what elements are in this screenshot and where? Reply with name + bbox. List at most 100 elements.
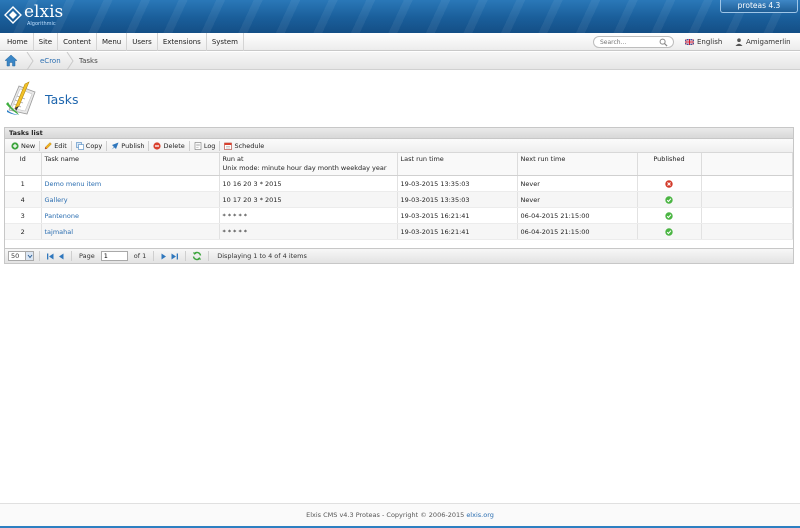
- menu-item-users[interactable]: Users: [127, 33, 158, 51]
- tasks-table: Id Task name Run at Unix mode: minute ho…: [5, 153, 793, 240]
- breadcrumb: eCron Tasks: [0, 52, 800, 70]
- table-row[interactable]: 3 Pantenone * * * * * 19-03-2015 16:21:4…: [5, 207, 793, 224]
- cell-run-at: * * * * *: [219, 223, 398, 240]
- column-header-filler: [701, 153, 793, 176]
- menu-item-site[interactable]: Site: [34, 33, 59, 51]
- pager-separator: [185, 251, 187, 261]
- first-page-icon[interactable]: [46, 252, 55, 261]
- cell-run-at: * * * * *: [219, 207, 398, 224]
- edit-button[interactable]: Edit: [41, 140, 70, 152]
- search-box: [593, 36, 674, 48]
- toolbar-separator: [219, 140, 221, 151]
- column-header-task-name[interactable]: Task name: [41, 153, 220, 176]
- table-row[interactable]: 1 Demo menu item 10 16 20 3 * 2015 19-03…: [5, 175, 793, 192]
- calendar-icon: [224, 142, 233, 150]
- cell-published: [637, 175, 702, 192]
- page-number-input[interactable]: [100, 251, 128, 261]
- language-selector[interactable]: English: [685, 33, 722, 51]
- unpublished-icon[interactable]: [665, 179, 673, 188]
- log-icon: [194, 141, 202, 150]
- rows-per-page-value: 50: [11, 252, 20, 260]
- edit-button-label: Edit: [54, 141, 67, 150]
- column-header-published[interactable]: Published: [637, 153, 702, 176]
- cell-published: [637, 191, 702, 208]
- breadcrumb-link-ecron[interactable]: eCron: [40, 52, 61, 70]
- user-menu[interactable]: Amigamerlin: [735, 33, 791, 51]
- cell-id: 3: [5, 207, 42, 224]
- pager-separator: [153, 251, 155, 261]
- previous-page-icon[interactable]: [57, 252, 66, 261]
- cell-last-run: 19-03-2015 13:35:03: [397, 175, 518, 192]
- toolbar-separator: [188, 140, 190, 151]
- log-button[interactable]: Log: [191, 140, 219, 152]
- breadcrumb-separator-icon: [26, 52, 34, 70]
- cell-next-run: 06-04-2015 21:15:00: [517, 207, 638, 224]
- home-icon[interactable]: [4, 54, 18, 67]
- tasks-grid: Tasks list New Edit Copy Publish Delete: [4, 127, 794, 264]
- published-icon[interactable]: [665, 211, 673, 220]
- tasks-clipboard-icon: [6, 81, 36, 115]
- header-decoration: [0, 0, 800, 33]
- menu-item-content[interactable]: Content: [58, 33, 97, 51]
- copy-button[interactable]: Copy: [73, 140, 106, 152]
- cell-filler: [701, 223, 793, 240]
- main-menubar: Home Site Content Menu Users Extensions …: [0, 33, 800, 51]
- cell-task-name[interactable]: Gallery: [41, 191, 220, 208]
- cell-id: 1: [5, 175, 42, 192]
- cell-run-at: 10 16 20 3 * 2015: [219, 175, 398, 192]
- breadcrumb-current: Tasks: [79, 57, 98, 65]
- publish-button-label: Publish: [121, 141, 145, 150]
- grid-title: Tasks list: [5, 128, 793, 139]
- cell-task-name[interactable]: Demo menu item: [41, 175, 220, 192]
- toolbar-separator: [106, 140, 108, 151]
- next-page-icon[interactable]: [159, 252, 168, 261]
- footer-link[interactable]: elxis.org: [466, 511, 494, 519]
- refresh-icon[interactable]: [192, 251, 202, 261]
- cell-task-name[interactable]: Pantenone: [41, 207, 220, 224]
- page-title: Tasks: [45, 91, 79, 107]
- page-footer: Elxis CMS v4.3 Proteas - Copyright © 200…: [0, 503, 800, 527]
- logo-subtitle: Algorithmic: [27, 21, 56, 27]
- menu-item-home[interactable]: Home: [2, 33, 34, 51]
- cell-id: 4: [5, 191, 42, 208]
- app-header: elxis Algorithmic proteas 4.3: [0, 0, 800, 33]
- language-label: English: [697, 38, 723, 46]
- search-input[interactable]: [594, 37, 656, 47]
- page-count-label: of 1: [133, 252, 147, 260]
- publish-button[interactable]: Publish: [108, 140, 147, 152]
- menu-item-menu[interactable]: Menu: [97, 33, 128, 51]
- cell-task-name[interactable]: tajmahal: [41, 223, 220, 240]
- cell-published: [637, 207, 702, 224]
- published-icon[interactable]: [665, 227, 673, 236]
- logo-text: elxis: [24, 2, 64, 22]
- table-row[interactable]: 2 tajmahal * * * * * 19-03-2015 16:21:41…: [5, 223, 793, 240]
- pager-separator: [208, 251, 210, 261]
- column-header-last-run[interactable]: Last run time: [397, 153, 518, 176]
- menu-item-extensions[interactable]: Extensions: [158, 33, 207, 51]
- toolbar-separator: [70, 140, 72, 151]
- cell-next-run: 06-04-2015 21:15:00: [517, 223, 638, 240]
- add-icon: [11, 141, 19, 150]
- pager-separator: [39, 251, 40, 261]
- cell-next-run: Never: [517, 191, 638, 208]
- published-icon[interactable]: [665, 195, 673, 204]
- menu-item-system[interactable]: System: [207, 33, 244, 51]
- new-button[interactable]: New: [8, 140, 38, 152]
- pager-separator: [71, 251, 72, 261]
- column-header-next-run[interactable]: Next run time: [517, 153, 638, 176]
- toolbar-separator: [39, 140, 41, 151]
- rows-per-page-select[interactable]: 50: [8, 251, 34, 261]
- column-header-run-at[interactable]: Run at Unix mode: minute hour day month …: [219, 153, 398, 176]
- column-header-id[interactable]: Id: [5, 153, 42, 176]
- copy-icon: [75, 141, 84, 150]
- table-row[interactable]: 4 Gallery 10 17 20 3 * 2015 19-03-2015 1…: [5, 191, 793, 208]
- cell-filler: [701, 191, 793, 208]
- toolbar-separator: [148, 140, 150, 151]
- delete-button[interactable]: Delete: [150, 140, 187, 152]
- schedule-button[interactable]: Schedule: [221, 140, 267, 152]
- search-icon[interactable]: [659, 38, 668, 47]
- elxis-logo-icon: [4, 6, 22, 24]
- version-badge: proteas 4.3: [720, 0, 798, 13]
- last-page-icon[interactable]: [170, 252, 179, 261]
- breadcrumb-separator-icon: [66, 52, 74, 70]
